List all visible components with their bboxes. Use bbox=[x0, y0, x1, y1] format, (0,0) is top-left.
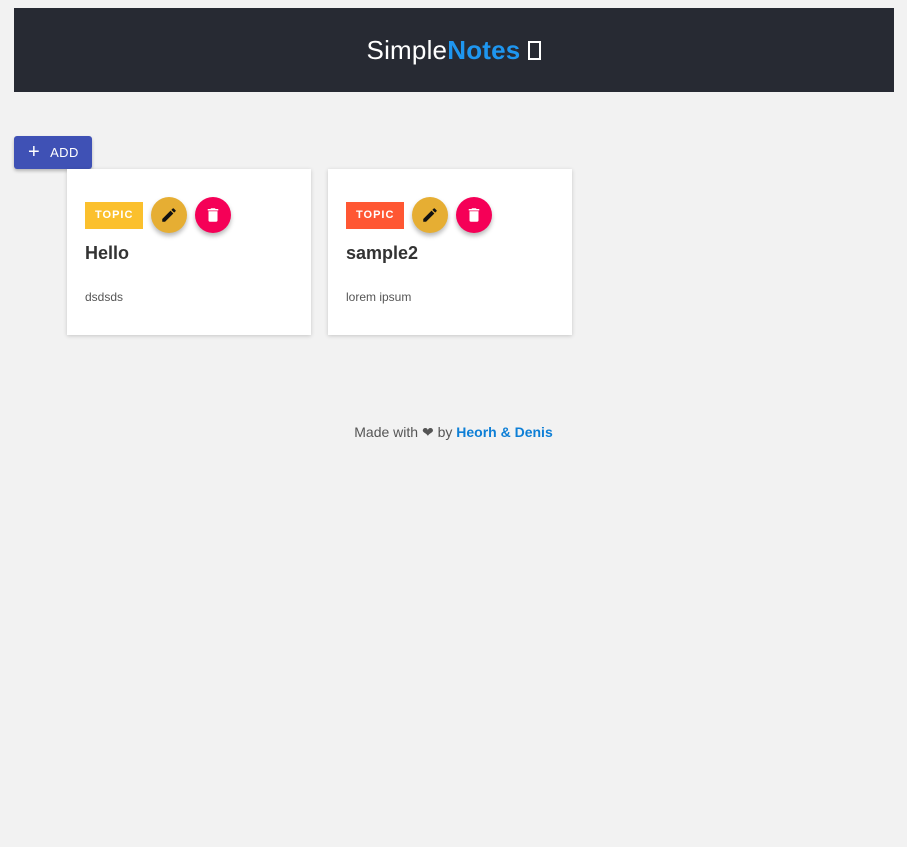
note-square-icon bbox=[528, 40, 542, 60]
note-title: Hello bbox=[85, 243, 130, 263]
footer-by: by bbox=[437, 424, 453, 440]
add-note-button[interactable]: + ADD bbox=[14, 136, 92, 169]
authors-link[interactable]: Heorh & Denis bbox=[456, 424, 552, 440]
plus-icon: + bbox=[28, 140, 41, 163]
delete-note-button[interactable] bbox=[456, 197, 493, 233]
app-header: SimpleNotes bbox=[14, 8, 894, 92]
footer-prefix: Made with bbox=[354, 424, 419, 440]
app-title: SimpleNotes bbox=[367, 35, 542, 66]
topic-tag: TOPIC bbox=[346, 201, 405, 229]
note-card: TOPIC Hello dsdsds bbox=[67, 169, 311, 335]
pencil-icon bbox=[162, 208, 177, 222]
note-card-actions: TOPIC bbox=[346, 197, 554, 233]
brand-notes: Notes bbox=[447, 34, 521, 65]
note-body: lorem ipsum bbox=[346, 290, 412, 304]
note-body: dsdsds bbox=[85, 290, 124, 304]
brand-simple: Simple bbox=[366, 34, 448, 65]
heart-icon: ❤ bbox=[421, 424, 434, 440]
topic-tag: TOPIC bbox=[85, 201, 144, 229]
pencil-icon bbox=[423, 208, 438, 222]
trash-icon bbox=[469, 208, 480, 222]
note-title: sample2 bbox=[346, 243, 419, 263]
note-card-actions: TOPIC bbox=[85, 197, 293, 233]
trash-icon bbox=[208, 208, 219, 222]
add-button-label: ADD bbox=[50, 145, 79, 160]
footer: Made with ❤ by Heorh & Denis bbox=[0, 424, 907, 441]
note-card: TOPIC sample2 lorem ipsum bbox=[328, 169, 572, 335]
delete-note-button[interactable] bbox=[195, 197, 232, 233]
edit-note-button[interactable] bbox=[151, 197, 188, 233]
edit-note-button[interactable] bbox=[412, 197, 449, 233]
